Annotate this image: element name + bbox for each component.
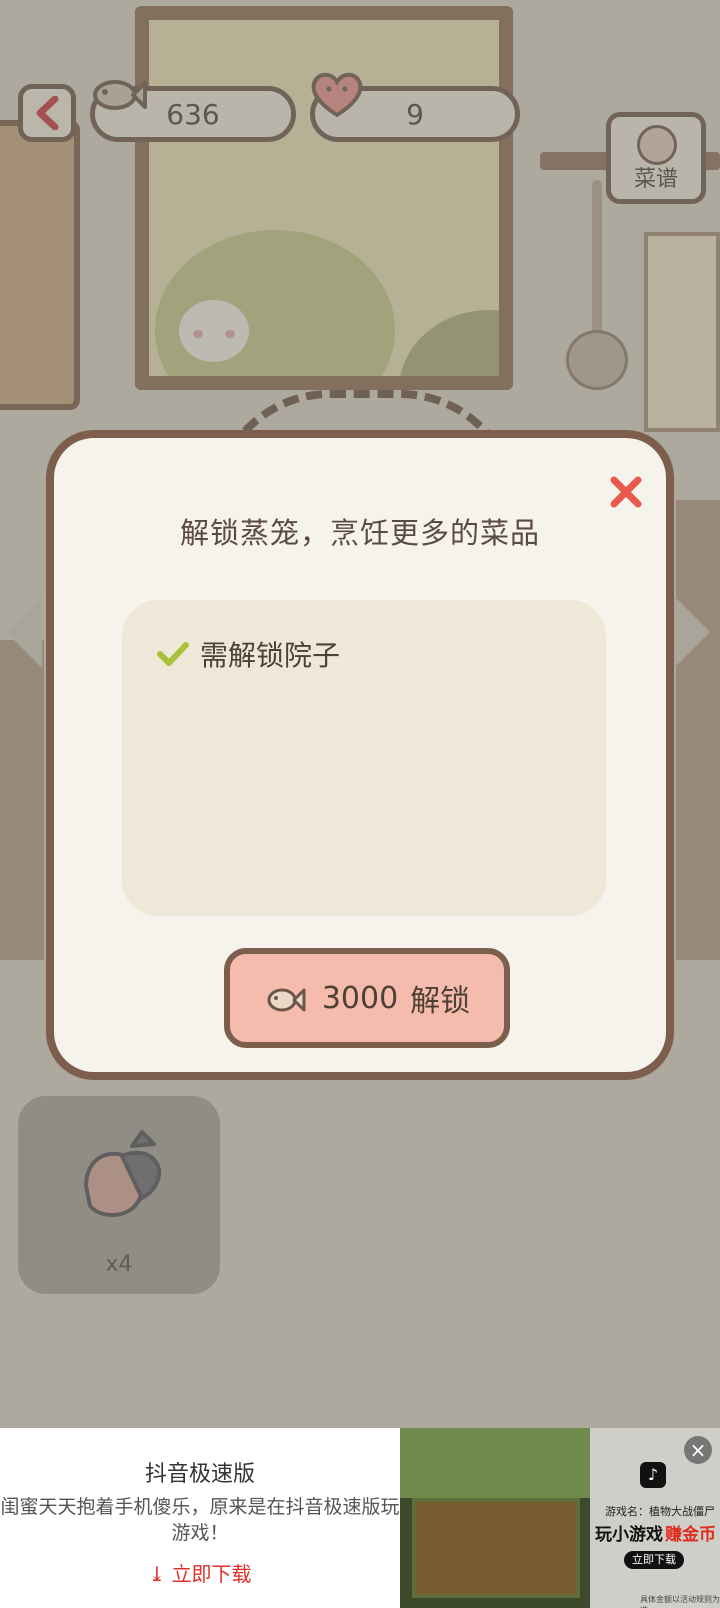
unlock-button[interactable]: 3000 解锁 [224,948,510,1048]
close-button[interactable] [604,470,648,514]
unlock-steamer-dialog: 解锁蒸笼，烹饪更多的菜品 需解锁院子 3000 解锁 [46,430,674,1080]
ad-banner[interactable]: 抖音极速版 闺蜜天天抱着手机傻乐，原来是在抖音极速版玩游戏！ ⤓ 立即下载 ♪ … [0,1428,720,1608]
ad-download-link[interactable]: ⤓ 立即下载 [0,1558,400,1587]
ad-play-button[interactable]: 立即下载 [624,1551,684,1569]
ad-image[interactable]: ♪ 游戏名：植物大战僵尸 玩小游戏 赚金币 立即下载 具体金额以活动规则为准 [400,1428,720,1608]
ad-fine-print: 具体金额以活动规则为准 [640,1595,720,1608]
ad-close-icon[interactable]: × [684,1436,712,1464]
ad-slogan-1: 玩小游戏 [595,1525,663,1545]
ad-game-name: 游戏名：植物大战僵尸 [605,1505,715,1518]
ad-description: 闺蜜天天抱着手机傻乐，原来是在抖音极速版玩游戏！ [0,1496,400,1544]
requirements-panel: 需解锁院子 [122,600,606,916]
dialog-title: 解锁蒸笼，烹饪更多的菜品 [179,516,540,550]
close-icon [610,476,642,508]
fish-icon [267,988,306,1012]
tiktok-logo-icon: ♪ [640,1462,666,1488]
requirement-text: 需解锁院子 [200,639,341,672]
unlock-price: 3000 [321,980,399,1016]
unlock-label: 解锁 [410,984,471,1019]
requirement-item: 需解锁院子 [156,634,340,674]
check-icon [157,642,189,666]
ad-slogan-2: 赚金币 [665,1525,716,1545]
download-icon: ⤓ [148,1562,172,1586]
ad-download-label: 立即下载 [171,1562,252,1586]
ad-app-name: 抖音极速版 [144,1462,255,1487]
